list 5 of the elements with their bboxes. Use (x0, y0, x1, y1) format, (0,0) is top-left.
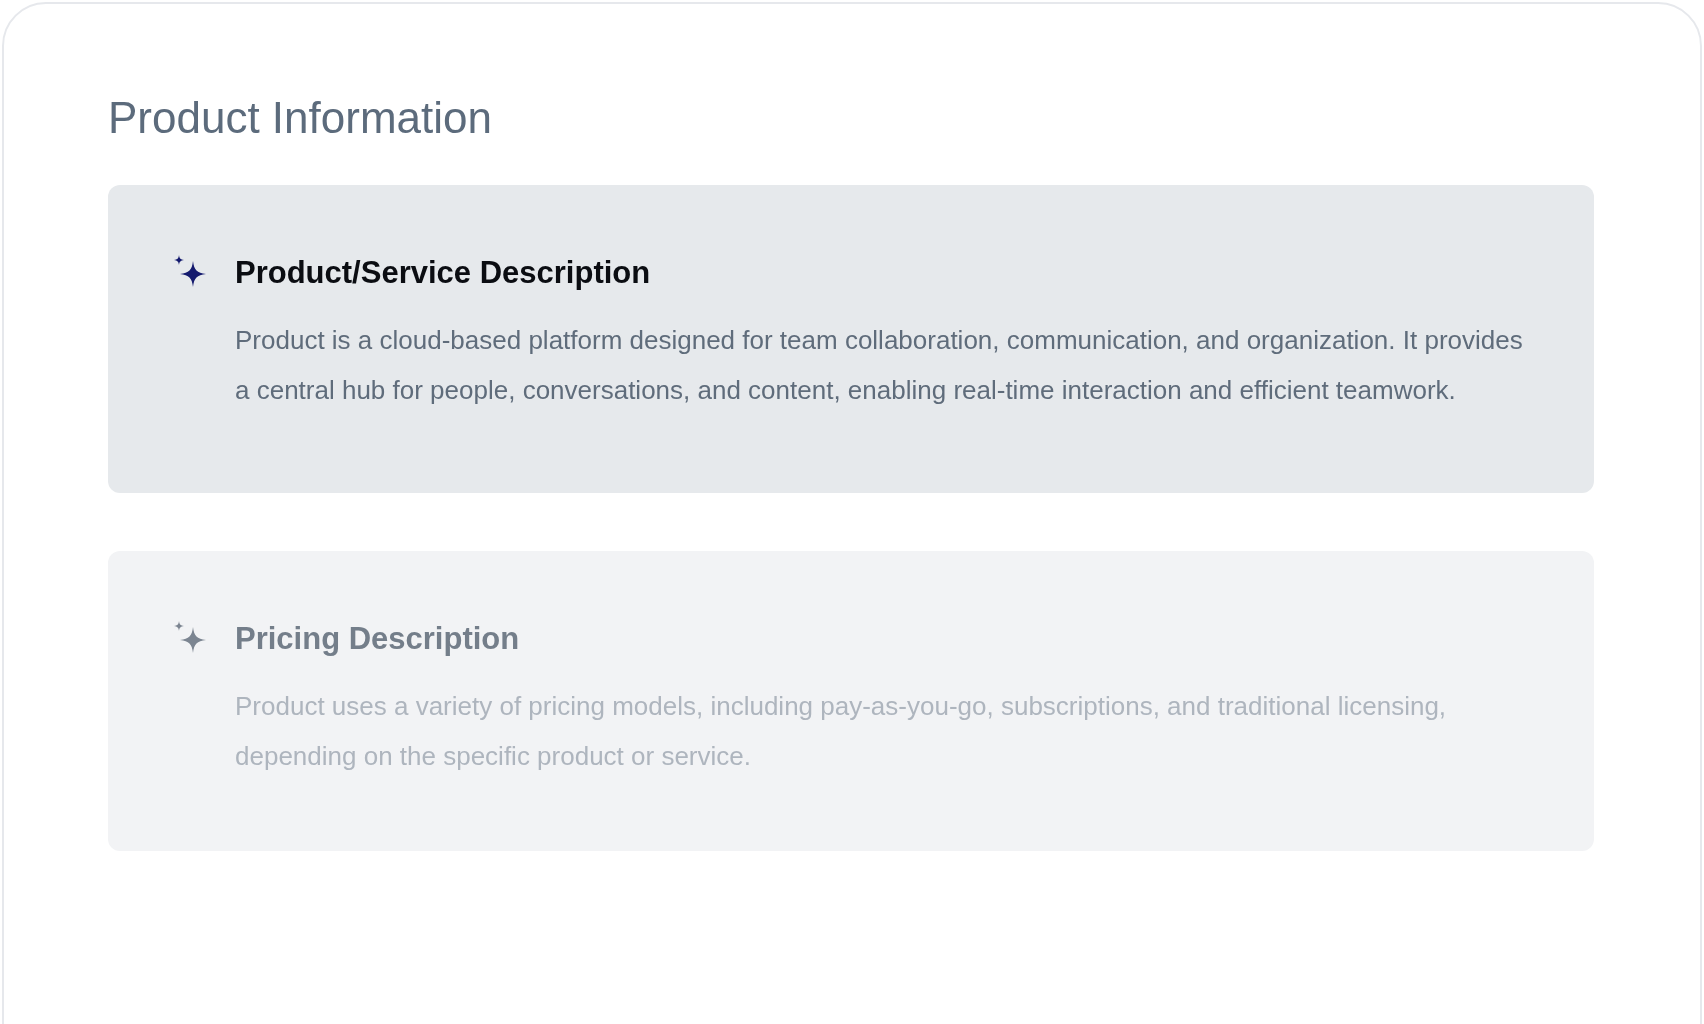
section-heading: Pricing Description (235, 620, 520, 659)
section-description: Product uses a variety of pricing models, including pay-as-you-go, subscriptions, and traditional licensing, depending on the specific product or service. (235, 690, 1448, 774)
section-description: Product is a cloud-based platform designed for team collaboration, communication, and organization. It provides a central hub for people, conversations, and content, enabling real-time interaction and efficient teamwork. (235, 324, 1524, 408)
section-heading: Product/Service Description (235, 253, 651, 292)
page-title: Product Information (108, 92, 492, 144)
